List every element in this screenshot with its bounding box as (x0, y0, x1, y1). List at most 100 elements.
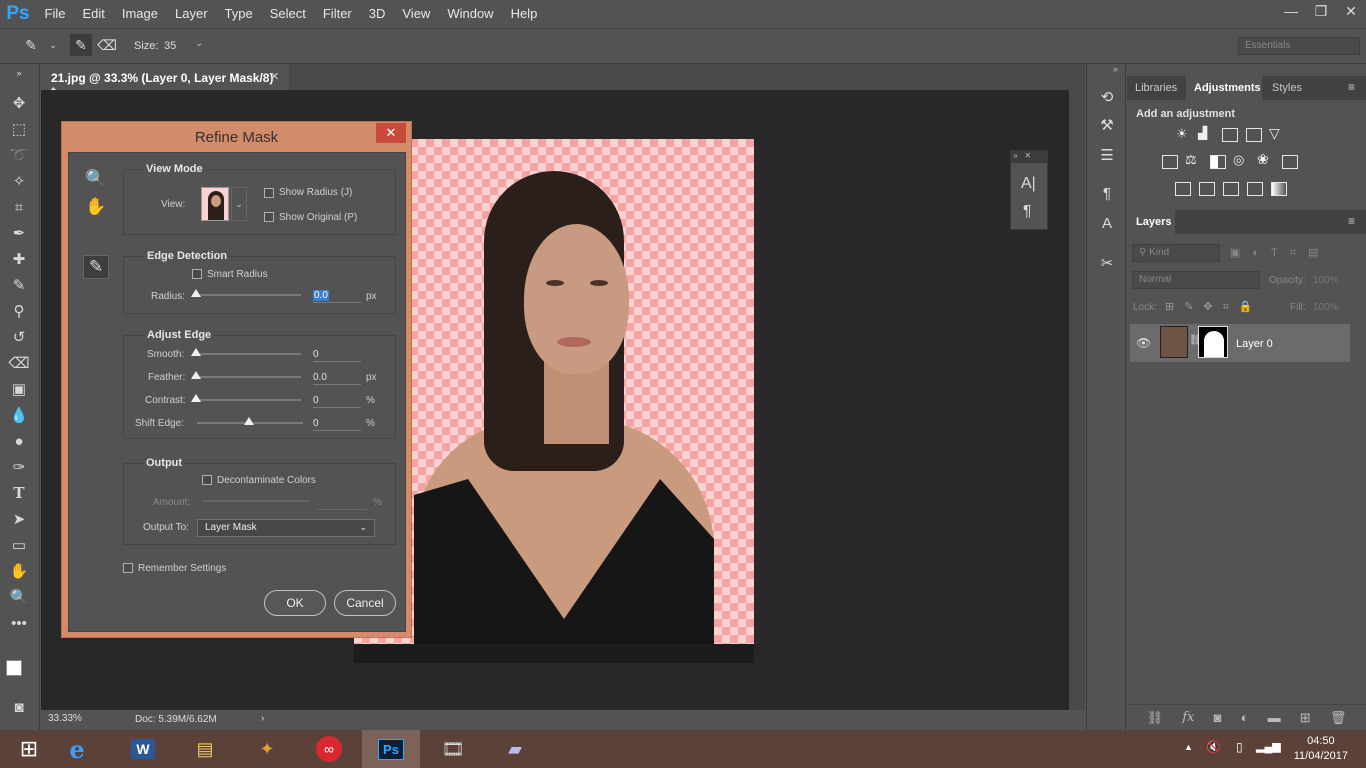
character-panel-icon[interactable]: A (1095, 212, 1119, 234)
selective-color-icon[interactable] (1247, 182, 1263, 196)
minimize-icon[interactable]: — (1276, 0, 1306, 22)
refine-radius-tool-icon[interactable]: ✎ (70, 34, 92, 56)
shift-edge-input[interactable]: 0 (313, 418, 361, 431)
hand-tool-icon[interactable]: ✋ (83, 195, 109, 219)
foreground-color-swatch[interactable] (6, 660, 22, 676)
view-thumbnail[interactable] (201, 187, 229, 221)
radius-input[interactable]: 0.0 (313, 290, 361, 303)
blend-mode-select[interactable]: Normal (1132, 271, 1260, 289)
smart-radius-checkbox[interactable] (192, 269, 202, 279)
show-original-checkbox[interactable] (264, 212, 274, 222)
channel-mixer-icon[interactable]: ❀ (1257, 151, 1269, 168)
quick-selection-tool-icon[interactable]: ✧ (6, 170, 32, 192)
chevron-down-icon[interactable]: ⌄ (42, 34, 64, 56)
zoom-tool-icon[interactable]: 🔍 (83, 167, 109, 191)
show-hidden-icons-icon[interactable]: ▲ (1184, 742, 1193, 752)
fill-input[interactable]: 100% (1313, 302, 1339, 313)
lock-icons[interactable]: ⊞✎✥⌗🔒 (1165, 300, 1263, 314)
layer-style-icon[interactable]: fx (1182, 710, 1194, 725)
refine-radius-tool-icon[interactable]: ✎ (83, 255, 109, 279)
zoom-tool-icon[interactable]: 🔍 (6, 586, 32, 608)
file-explorer-icon[interactable]: ▤ (176, 730, 234, 768)
new-adjustment-layer-icon[interactable]: ◐ (1241, 710, 1249, 725)
layer-mask-thumbnail[interactable] (1198, 326, 1228, 358)
pen-tool-icon[interactable]: ✑ (6, 456, 32, 478)
hue-saturation-icon[interactable] (1162, 155, 1178, 169)
volume-muted-icon[interactable]: 🔇 (1206, 740, 1221, 754)
view-dropdown-icon[interactable]: ⌄ (231, 187, 247, 221)
crop-tool-icon[interactable]: ⌗ (6, 196, 32, 218)
layer-filter-icons[interactable]: ▣◐T⌗▤ (1230, 246, 1330, 260)
blur-tool-icon[interactable]: 💧 (6, 404, 32, 426)
paragraph-panel-icon[interactable]: ¶ (1023, 203, 1032, 221)
word-icon[interactable]: W (114, 730, 172, 768)
levels-icon[interactable]: ▟ (1198, 126, 1207, 140)
menu-type[interactable]: Type (216, 0, 261, 28)
contrast-slider-knob[interactable] (191, 394, 201, 402)
menu-image[interactable]: Image (113, 0, 166, 28)
close-icon[interactable]: ✕ (376, 123, 406, 143)
notes-app-icon[interactable]: ▰ (486, 730, 544, 768)
video-app-icon[interactable]: 🎞 (424, 730, 482, 768)
layer-name[interactable]: Layer 0 (1236, 338, 1273, 350)
cancel-button[interactable]: Cancel (334, 590, 396, 616)
close-window-icon[interactable]: ✕ (1336, 0, 1366, 22)
posterize-icon[interactable] (1199, 182, 1215, 196)
radius-slider-track[interactable] (195, 294, 301, 296)
document-image[interactable] (354, 139, 754, 663)
brush-tool-icon[interactable]: ✎ (6, 274, 32, 296)
hand-tool-icon[interactable]: ✋ (6, 560, 32, 582)
invert-icon[interactable] (1175, 182, 1191, 196)
menu-help[interactable]: Help (502, 0, 546, 28)
remember-settings-checkbox[interactable] (123, 563, 133, 573)
marquee-tool-icon[interactable]: ⬚ (6, 118, 32, 140)
add-mask-icon[interactable]: ◙ (1214, 710, 1222, 725)
threshold-icon[interactable] (1223, 182, 1239, 196)
brush-preset-icon[interactable]: ✎ (20, 34, 42, 56)
media-app-icon[interactable]: ✦ (238, 730, 296, 768)
zoom-level[interactable]: 33.33% (48, 713, 82, 724)
quick-mask-icon[interactable]: ◙ (6, 696, 32, 718)
actions-panel-icon[interactable]: ⚒ (1095, 114, 1119, 136)
path-selection-tool-icon[interactable]: ➤ (6, 508, 32, 530)
gradient-map-icon[interactable] (1271, 182, 1287, 196)
vertical-scrollbar[interactable] (1069, 90, 1085, 710)
contrast-slider-track[interactable] (195, 399, 301, 401)
dodge-tool-icon[interactable]: ● (6, 430, 32, 452)
menu-view[interactable]: View (394, 0, 439, 28)
layers-menu-icon[interactable]: ≡ (1348, 214, 1355, 228)
close-document-icon[interactable]: ✕ (270, 70, 279, 83)
type-tool-icon[interactable]: T (6, 482, 32, 504)
color-lookup-icon[interactable] (1282, 155, 1298, 169)
black-white-icon[interactable] (1210, 155, 1226, 169)
link-layers-icon[interactable]: ⛓ (1147, 710, 1164, 726)
erase-refinements-tool-icon[interactable]: ⌫ (96, 34, 118, 56)
delete-layer-icon[interactable]: 🗑 (1330, 710, 1347, 726)
menu-window[interactable]: Window (439, 0, 502, 28)
menu-file[interactable]: File (36, 0, 74, 28)
exposure-icon[interactable] (1246, 128, 1262, 142)
visibility-eye-icon[interactable]: 👁 (1136, 336, 1151, 350)
menu-edit[interactable]: Edit (74, 0, 113, 28)
healing-brush-tool-icon[interactable]: ✚ (6, 248, 32, 270)
new-group-icon[interactable]: ▬ (1268, 710, 1281, 725)
properties-panel-icon[interactable]: ☰ (1095, 144, 1119, 166)
character-panel-icon[interactable]: A| (1021, 175, 1036, 193)
mini-panel-header[interactable]: » ✕ (1011, 151, 1047, 163)
opacity-input[interactable]: 100% (1313, 275, 1339, 286)
new-layer-icon[interactable]: ⊞ (1300, 710, 1311, 726)
collapse-toolbar-icon[interactable]: » (6, 68, 32, 78)
vibrance-icon[interactable]: ▽ (1269, 125, 1280, 142)
tab-libraries[interactable]: Libraries (1127, 76, 1185, 100)
photo-filter-icon[interactable]: ◎ (1233, 152, 1244, 168)
tab-adjustments[interactable]: Adjustments (1186, 76, 1262, 100)
decontaminate-checkbox[interactable] (202, 475, 212, 485)
color-balance-icon[interactable]: ⚖ (1185, 152, 1197, 168)
clock[interactable]: 04:50 11/04/2017 (1294, 734, 1348, 764)
radius-slider-knob[interactable] (191, 289, 201, 297)
size-input[interactable]: 35 (164, 40, 176, 52)
eyedropper-tool-icon[interactable]: ✒ (6, 222, 32, 244)
ok-button[interactable]: OK (264, 590, 326, 616)
kind-filter-select[interactable]: ⚲ Kind (1132, 244, 1220, 262)
decontaminate-label[interactable]: Decontaminate Colors (217, 475, 316, 486)
